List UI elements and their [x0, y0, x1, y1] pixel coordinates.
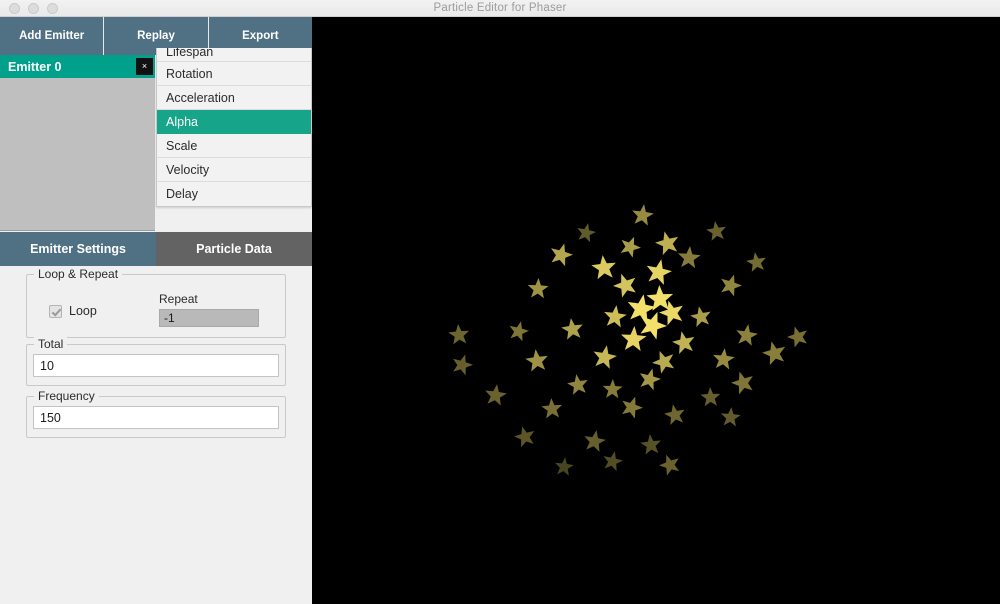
particle-star: [710, 346, 735, 371]
property-item-delay[interactable]: Delay: [157, 182, 311, 206]
particle-preview-canvas[interactable]: [312, 17, 1000, 604]
property-item-acceleration[interactable]: Acceleration: [157, 86, 311, 110]
repeat-label: Repeat: [159, 292, 198, 306]
particle-star: [759, 338, 789, 368]
total-group-title: Total: [34, 337, 68, 351]
left-panel: Add Emitter Replay Export Emitter 0 × Lifes…: [0, 17, 312, 604]
property-item-scale[interactable]: Scale: [157, 134, 311, 158]
settings-tabs: Emitter Settings Particle Data: [0, 232, 312, 266]
loop-repeat-group: Loop & Repeat Loop Repeat -1: [26, 267, 286, 338]
window-title: Particle Editor for Phaser: [433, 2, 567, 14]
repeat-field-wrap: Repeat -1: [159, 292, 259, 327]
particle-star: [629, 202, 655, 228]
particle-star: [704, 219, 728, 243]
particle-star: [635, 365, 663, 393]
property-item-velocity[interactable]: Velocity: [157, 158, 311, 182]
particle-star: [482, 382, 508, 408]
add-emitter-button[interactable]: Add Emitter: [0, 17, 105, 55]
particle-star: [540, 397, 563, 420]
particle-star: [448, 351, 475, 378]
particle-star: [676, 245, 702, 271]
total-input[interactable]: 10: [33, 354, 279, 377]
emitter-list-item-label: Emitter 0: [8, 59, 62, 74]
particle-star: [505, 318, 530, 343]
particle-star: [716, 271, 745, 300]
particle-star: [616, 233, 645, 262]
particle-star: [565, 372, 590, 397]
particle-star: [589, 342, 618, 371]
particle-star: [599, 448, 624, 473]
particle-star: [733, 322, 759, 348]
particle-star: [688, 304, 714, 330]
particle-star: [744, 250, 768, 274]
particle-star: [447, 323, 471, 347]
particle-star: [601, 378, 623, 400]
particle-star: [656, 451, 684, 479]
particle-star: [639, 433, 663, 457]
particle-star: [619, 325, 648, 354]
emitter-list[interactable]: Emitter 0 ×: [0, 55, 155, 231]
property-dropdown-list[interactable]: Lifespan Rotation Acceleration Alpha Scale Ve…: [156, 48, 312, 207]
frequency-input[interactable]: 150: [33, 406, 279, 429]
particle-star: [719, 406, 742, 429]
close-icon[interactable]: ×: [136, 58, 153, 75]
particle-star: [546, 240, 576, 270]
frequency-group-title: Frequency: [34, 389, 99, 403]
particle-star: [512, 424, 539, 451]
particle-star: [642, 256, 674, 288]
loop-checkbox[interactable]: [49, 304, 62, 318]
particle-star: [526, 277, 549, 300]
tab-emitter-settings[interactable]: Emitter Settings: [0, 232, 156, 266]
particle-star: [553, 456, 575, 478]
frequency-group: Frequency 150: [26, 389, 286, 438]
particle-star: [662, 402, 688, 428]
loop-checkbox-row[interactable]: Loop: [49, 304, 97, 318]
total-group: Total 10: [26, 337, 286, 386]
emitter-settings-panel: Loop & Repeat Loop Repeat -1 Total 10 Fr…: [0, 266, 312, 604]
window-titlebar: Particle Editor for Phaser: [0, 0, 1000, 17]
particle-star: [559, 316, 585, 342]
particle-star: [574, 221, 598, 245]
property-item-lifespan[interactable]: Lifespan: [157, 48, 311, 62]
loop-repeat-group-title: Loop & Repeat: [34, 267, 123, 281]
repeat-input[interactable]: -1: [159, 309, 259, 327]
particle-star: [728, 368, 758, 398]
particle-star: [699, 386, 721, 408]
particle-star: [784, 323, 812, 351]
particle-star: [670, 329, 698, 357]
property-item-alpha[interactable]: Alpha: [157, 110, 311, 134]
application-window: Particle Editor for Phaser Add Emitter Re…: [0, 0, 1000, 604]
loop-checkbox-label: Loop: [69, 304, 97, 318]
property-item-rotation[interactable]: Rotation: [157, 62, 311, 86]
particle-star: [524, 348, 551, 375]
tab-particle-data[interactable]: Particle Data: [156, 232, 312, 266]
emitter-list-item[interactable]: Emitter 0 ×: [0, 55, 155, 78]
